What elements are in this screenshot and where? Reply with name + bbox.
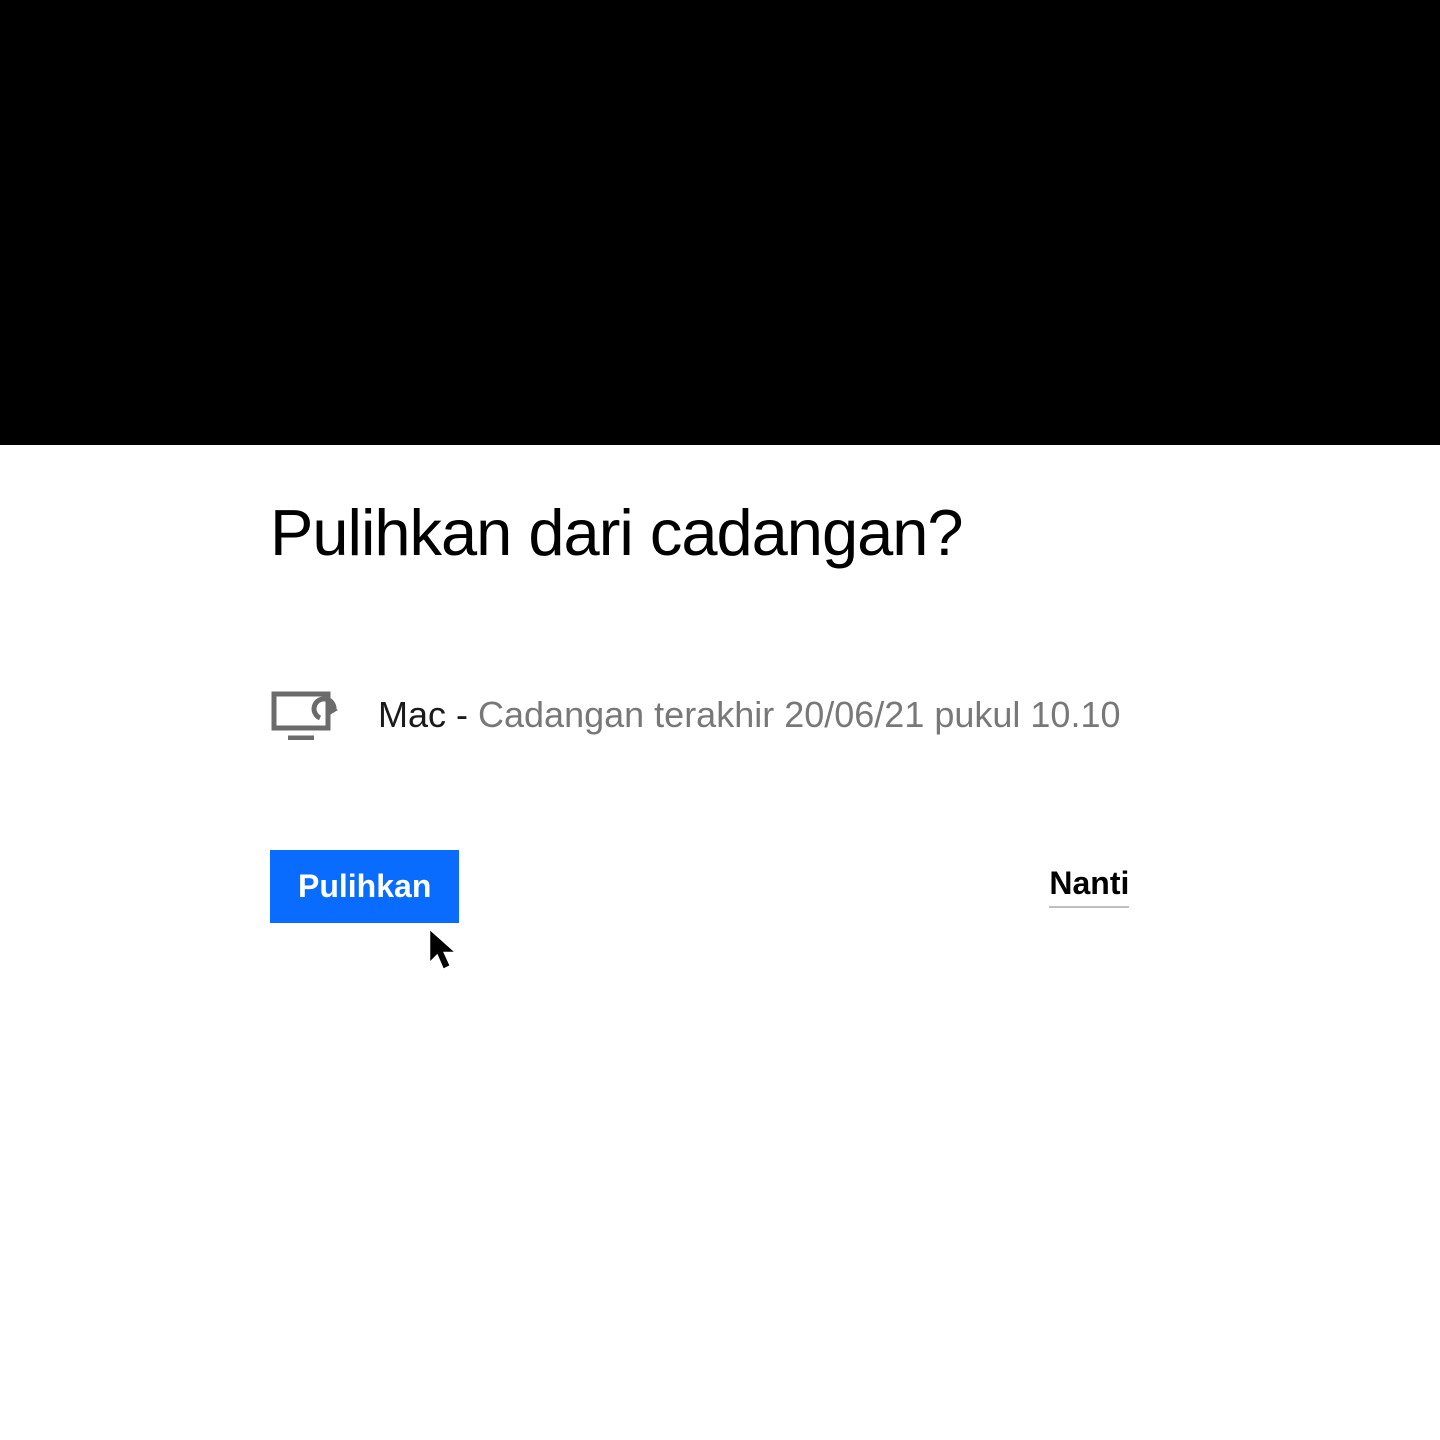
dialog-title: Pulihkan dari cadangan?	[270, 495, 1440, 570]
backup-detail: Cadangan terakhir 20/06/21 pukul 10.10	[478, 694, 1120, 735]
backup-separator: -	[446, 694, 478, 735]
backup-info-text: Mac - Cadangan terakhir 20/06/21 pukul 1…	[378, 694, 1121, 736]
cursor-arrow-icon	[425, 926, 465, 974]
button-row: Pulihkan Nanti	[270, 850, 1440, 923]
top-bar	[0, 0, 1440, 445]
restore-button[interactable]: Pulihkan	[270, 850, 459, 923]
later-link[interactable]: Nanti	[1049, 865, 1129, 908]
dialog-content: Pulihkan dari cadangan? Mac - Cadangan t…	[0, 445, 1440, 923]
backup-info-row: Mac - Cadangan terakhir 20/06/21 pukul 1…	[270, 690, 1440, 740]
backup-device-name: Mac	[378, 694, 446, 735]
monitor-sync-icon	[270, 690, 340, 740]
